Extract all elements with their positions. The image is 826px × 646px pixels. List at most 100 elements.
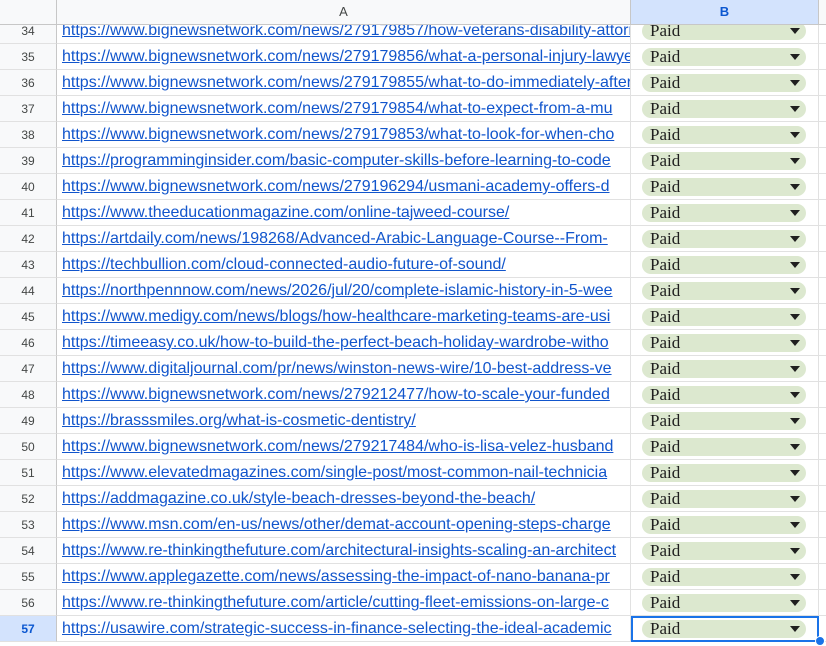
empty-cell[interactable] [819,408,826,434]
dropdown-arrow-icon[interactable] [790,236,800,242]
row-number[interactable]: 48 [0,382,57,408]
dropdown-arrow-icon[interactable] [790,366,800,372]
dropdown-arrow-icon[interactable] [790,392,800,398]
url-cell[interactable]: https://www.re-thinkingthefuture.com/art… [57,590,631,616]
status-dropdown-chip[interactable]: Paid [642,334,806,352]
dropdown-arrow-icon[interactable] [790,158,800,164]
empty-cell[interactable] [819,460,826,486]
url-link[interactable]: https://northpennnow.com/news/2026/jul/2… [62,282,612,299]
empty-cell[interactable] [819,96,826,122]
dropdown-arrow-icon[interactable] [790,444,800,450]
status-dropdown-chip[interactable]: Paid [642,438,806,456]
url-link[interactable]: https://programminginsider.com/basic-com… [62,152,611,169]
status-cell[interactable]: Paid [631,382,819,408]
status-dropdown-chip[interactable]: Paid [642,152,806,170]
empty-cell[interactable] [819,486,826,512]
empty-cell[interactable] [819,304,826,330]
dropdown-arrow-icon[interactable] [790,288,800,294]
url-link[interactable]: https://www.bignewsnetwork.com/news/2791… [62,100,612,117]
dropdown-arrow-icon[interactable] [790,626,800,632]
url-cell[interactable]: https://usawire.com/strategic-success-in… [57,616,631,642]
empty-cell[interactable] [819,356,826,382]
status-dropdown-chip[interactable]: Paid [642,282,806,300]
status-dropdown-chip[interactable]: Paid [642,386,806,404]
row-number[interactable]: 49 [0,408,57,434]
url-cell[interactable]: https://www.medigy.com/news/blogs/how-he… [57,304,631,330]
status-dropdown-chip[interactable]: Paid [642,620,806,638]
status-dropdown-chip[interactable]: Paid [642,516,806,534]
url-cell[interactable]: https://www.bignewsnetwork.com/news/2792… [57,382,631,408]
dropdown-arrow-icon[interactable] [790,548,800,554]
url-link[interactable]: https://www.msn.com/en-us/news/other/dem… [62,516,611,533]
url-link[interactable]: https://www.bignewsnetwork.com/news/2791… [62,178,610,195]
row-number[interactable]: 44 [0,278,57,304]
status-cell[interactable]: Paid [631,304,819,330]
status-cell[interactable]: Paid [631,486,819,512]
status-dropdown-chip[interactable]: Paid [642,360,806,378]
url-link[interactable]: https://www.digitaljournal.com/pr/news/w… [62,360,612,377]
status-cell[interactable]: Paid [631,434,819,460]
status-cell[interactable]: Paid [631,356,819,382]
row-number[interactable]: 50 [0,434,57,460]
empty-cell[interactable] [819,278,826,304]
url-link[interactable]: https://www.elevatedmagazines.com/single… [62,464,607,481]
url-link[interactable]: https://www.bignewsnetwork.com/news/2792… [62,386,610,403]
row-number[interactable]: 51 [0,460,57,486]
row-number[interactable]: 53 [0,512,57,538]
status-dropdown-chip[interactable]: Paid [642,594,806,612]
url-cell[interactable]: https://www.msn.com/en-us/news/other/dem… [57,512,631,538]
status-cell[interactable]: Paid [631,96,819,122]
status-cell[interactable]: Paid [631,226,819,252]
empty-cell[interactable] [819,200,826,226]
url-cell[interactable]: https://artdaily.com/news/198268/Advance… [57,226,631,252]
status-cell[interactable]: Paid [631,616,819,642]
status-cell[interactable]: Paid [631,590,819,616]
empty-cell[interactable] [819,330,826,356]
url-link[interactable]: https://www.bignewsnetwork.com/news/2792… [62,438,613,455]
spreadsheet-grid[interactable]: 34 https://www.bignewsnetwork.com/news/27… [0,0,826,646]
dropdown-arrow-icon[interactable] [790,184,800,190]
empty-cell[interactable] [819,512,826,538]
column-header-b[interactable]: B [631,0,819,24]
row-number[interactable]: 41 [0,200,57,226]
url-link[interactable]: https://usawire.com/strategic-success-in… [62,620,612,637]
status-cell[interactable]: Paid [631,278,819,304]
empty-cell[interactable] [819,70,826,96]
dropdown-arrow-icon[interactable] [790,210,800,216]
status-cell[interactable]: Paid [631,174,819,200]
dropdown-arrow-icon[interactable] [790,574,800,580]
row-number[interactable]: 57 [0,616,57,642]
empty-cell[interactable] [819,148,826,174]
empty-cell[interactable] [819,590,826,616]
dropdown-arrow-icon[interactable] [790,496,800,502]
url-cell[interactable]: https://www.digitaljournal.com/pr/news/w… [57,356,631,382]
status-cell[interactable]: Paid [631,44,819,70]
row-number[interactable]: 46 [0,330,57,356]
status-cell[interactable]: Paid [631,70,819,96]
empty-cell[interactable] [819,122,826,148]
url-link[interactable]: https://www.medigy.com/news/blogs/how-he… [62,308,610,325]
status-cell[interactable]: Paid [631,200,819,226]
row-number[interactable]: 54 [0,538,57,564]
url-link[interactable]: https://brasssmiles.org/what-is-cosmetic… [62,412,416,429]
empty-cell[interactable] [819,174,826,200]
status-dropdown-chip[interactable]: Paid [642,204,806,222]
empty-cell[interactable] [819,564,826,590]
url-cell[interactable]: https://www.re-thinkingthefuture.com/arc… [57,538,631,564]
status-dropdown-chip[interactable]: Paid [642,568,806,586]
url-link[interactable]: https://addmagazine.co.uk/style-beach-dr… [62,490,535,507]
url-link[interactable]: https://www.applegazette.com/news/assess… [62,568,610,585]
row-number[interactable]: 42 [0,226,57,252]
status-dropdown-chip[interactable]: Paid [642,178,806,196]
row-number[interactable]: 40 [0,174,57,200]
status-dropdown-chip[interactable]: Paid [642,256,806,274]
status-dropdown-chip[interactable]: Paid [642,74,806,92]
row-number[interactable]: 47 [0,356,57,382]
row-number[interactable]: 55 [0,564,57,590]
status-cell[interactable]: Paid [631,408,819,434]
url-cell[interactable]: https://timeeasy.co.uk/how-to-build-the-… [57,330,631,356]
dropdown-arrow-icon[interactable] [790,54,800,60]
url-link[interactable]: https://www.bignewsnetwork.com/news/2791… [62,74,630,91]
url-link[interactable]: https://www.re-thinkingthefuture.com/art… [62,594,609,611]
status-cell[interactable]: Paid [631,460,819,486]
